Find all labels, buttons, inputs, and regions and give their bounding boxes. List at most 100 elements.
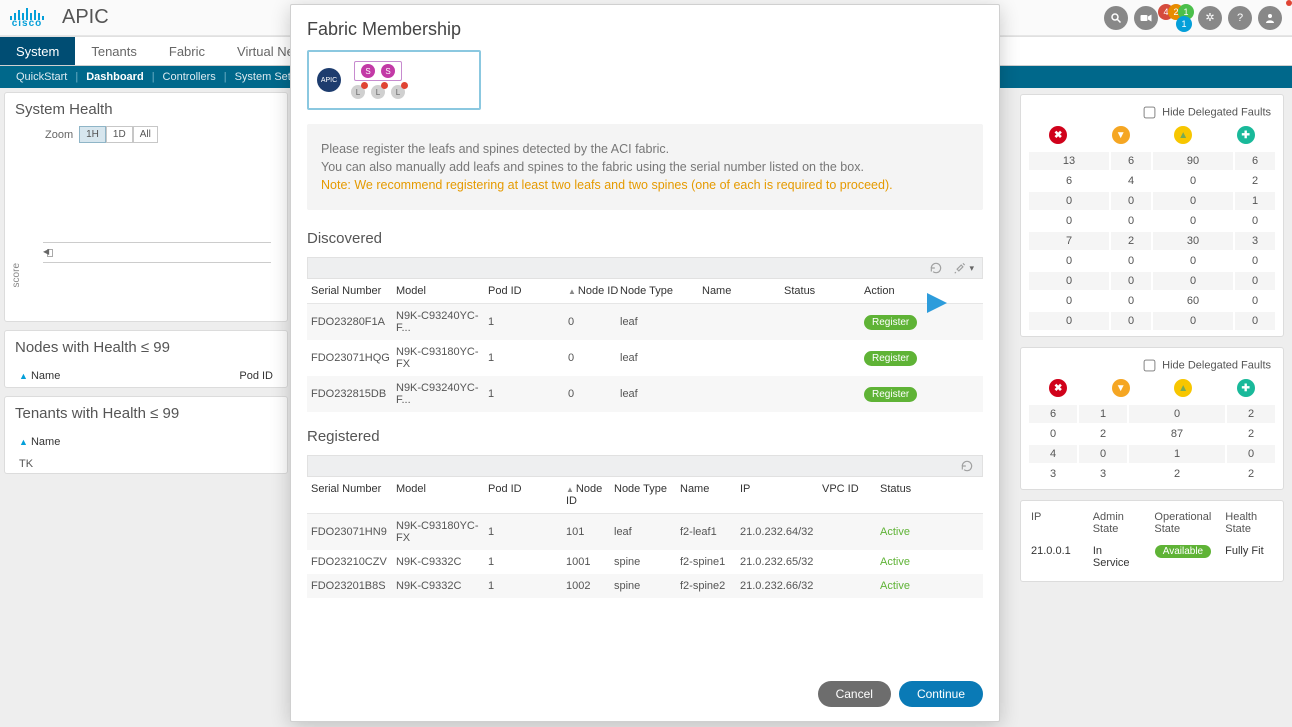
table-row[interactable]: FDO23071HN9N9K-C93180YC-FX1101leaff2-lea… [307, 514, 983, 550]
col-node[interactable]: ▲Node ID [566, 483, 614, 507]
left-panels: System Health Zoom 1H 1D All score Nodes… [0, 88, 292, 486]
col-name[interactable]: ▲ Name [17, 432, 275, 453]
table-row[interactable]: 0000 [1029, 272, 1275, 290]
info-icon: ✚ [1237, 126, 1255, 144]
table-row[interactable]: TK [17, 455, 275, 473]
table-row[interactable]: 6402 [1029, 172, 1275, 190]
tenants-health-title: Tenants with Health ≤ 99 [15, 405, 277, 422]
fault-badge-icon [381, 82, 388, 89]
col-model[interactable]: Model [396, 285, 488, 297]
leaf-group: L L L [351, 85, 405, 99]
alert-info-badge[interactable]: 1 [1176, 16, 1192, 32]
alert-cluster[interactable]: 4 2 1 1 [1164, 4, 1192, 32]
table-row[interactable]: 136906 [1029, 152, 1275, 170]
col-model[interactable]: Model [396, 483, 488, 507]
table-row[interactable]: 0000 [1029, 212, 1275, 230]
faults-table-1: 136906 6402 0001 0000 72303 0000 0000 00600 0000 [1027, 150, 1277, 332]
col-status[interactable]: Status [880, 483, 950, 507]
refresh-icon[interactable] [929, 261, 943, 275]
search-icon[interactable] [1104, 6, 1128, 30]
zoom-1h[interactable]: 1H [79, 126, 106, 143]
hide-delegated-checkbox-1[interactable] [1144, 107, 1156, 119]
discovered-header: Serial Number Model Pod ID ▲Node ID Node… [307, 279, 983, 304]
table-row[interactable]: 4010 [1029, 445, 1275, 463]
hide-delegated-checkbox-2[interactable] [1144, 360, 1156, 372]
vendor-logo: cisco [10, 8, 44, 28]
state-header-row: IP Admin State Operational State Health … [1027, 505, 1277, 541]
modal-title: Fabric Membership [291, 5, 999, 46]
nodes-health-title: Nodes with Health ≤ 99 [15, 339, 277, 356]
register-button[interactable]: Register [864, 315, 917, 330]
zoom-all[interactable]: All [133, 126, 158, 143]
table-row[interactable]: 00600 [1029, 292, 1275, 310]
hdr-ip: IP [1031, 511, 1079, 535]
callout-arrow-icon [927, 293, 947, 313]
right-panels: Hide Delegated Faults ✖ ▼ ▲ ✚ 1369066402… [1012, 88, 1292, 598]
col-serial[interactable]: Serial Number [311, 285, 396, 297]
register-button[interactable]: Register [864, 351, 917, 366]
zoom-1d[interactable]: 1D [106, 126, 133, 143]
table-row[interactable]: 0000 [1029, 252, 1275, 270]
register-button[interactable]: Register [864, 387, 917, 402]
registered-header: Serial Number Model Pod ID ▲Node ID Node… [307, 477, 983, 514]
col-pod[interactable]: Pod ID [488, 285, 568, 297]
nav-tab-tenants[interactable]: Tenants [75, 37, 153, 65]
col-serial[interactable]: Serial Number [311, 483, 396, 507]
topology-preview[interactable]: APIC S S L L L [307, 50, 481, 110]
nodes-health-table: ▲ Name Pod ID [15, 364, 277, 389]
registered-title: Registered [291, 424, 999, 449]
sort-asc-icon: ▲ [566, 485, 574, 494]
sort-asc-icon: ▲ [568, 287, 576, 296]
nav-tab-fabric[interactable]: Fabric [153, 37, 221, 65]
discovered-grid: ▾ Serial Number Model Pod ID ▲Node ID No… [307, 257, 983, 412]
state-data-row[interactable]: 21.0.0.1 In Service Available Fully Fit [1027, 541, 1277, 577]
table-row[interactable]: 02872 [1029, 425, 1275, 443]
subnav-controllers[interactable]: Controllers [155, 71, 224, 83]
table-row[interactable]: FDO23201B8SN9K-C9332C11002spinef2-spine2… [307, 574, 983, 598]
table-row[interactable]: 3322 [1029, 465, 1275, 483]
timeline-selector-icon[interactable] [47, 249, 53, 257]
table-row[interactable]: FDO23071HQGN9K-C93180YC-FX10leafRegister [307, 340, 983, 376]
info-icon: ✚ [1237, 379, 1255, 397]
zoom-buttons: 1H 1D All [79, 126, 158, 143]
col-name[interactable]: Name [702, 285, 784, 297]
user-icon[interactable] [1258, 6, 1282, 30]
table-row[interactable]: FDO23280F1AN9K-C93240YC-F...10leafRegist… [307, 304, 983, 340]
col-node[interactable]: ▲Node ID [568, 285, 620, 297]
subnav-quickstart[interactable]: QuickStart [8, 71, 75, 83]
refresh-icon[interactable] [960, 459, 974, 473]
hide-delegated-2: Hide Delegated Faults [1027, 352, 1277, 377]
table-row[interactable]: 72303 [1029, 232, 1275, 250]
table-row[interactable]: FDO232815DBN9K-C93240YC-F...10leafRegist… [307, 376, 983, 412]
table-row[interactable]: 0001 [1029, 192, 1275, 210]
zoom-label: Zoom [45, 129, 73, 141]
continue-button[interactable]: Continue [899, 681, 983, 707]
col-action[interactable]: Action [864, 285, 934, 297]
table-row[interactable]: 6102 [1029, 405, 1275, 423]
col-ip[interactable]: IP [740, 483, 822, 507]
cancel-button[interactable]: Cancel [818, 681, 891, 707]
col-name[interactable]: Name [680, 483, 740, 507]
gear-icon[interactable]: ✲ [1198, 6, 1222, 30]
col-type[interactable]: Node Type [620, 285, 702, 297]
col-pod[interactable]: Pod ID [488, 483, 566, 507]
help-icon[interactable]: ? [1228, 6, 1252, 30]
dropdown-caret-icon[interactable]: ▾ [969, 263, 974, 274]
tools-icon[interactable] [953, 261, 967, 275]
video-icon[interactable] [1134, 6, 1158, 30]
health-chart[interactable] [43, 153, 271, 243]
col-status[interactable]: Status [784, 285, 864, 297]
table-row[interactable]: 0000 [1029, 312, 1275, 330]
col-type[interactable]: Node Type [614, 483, 680, 507]
system-health-title: System Health [15, 101, 277, 118]
table-row[interactable]: FDO23210CZVN9K-C9332C11001spinef2-spine1… [307, 550, 983, 574]
col-pod[interactable]: Pod ID [159, 366, 275, 387]
fabric-membership-modal: Fabric Membership APIC S S L L L Please … [290, 4, 1000, 722]
col-vpc[interactable]: VPC ID [822, 483, 880, 507]
leaf-node-icon: L [391, 85, 405, 99]
subnav-dashboard[interactable]: Dashboard [78, 71, 151, 83]
chart-mini-timeline[interactable] [43, 249, 271, 263]
col-name[interactable]: ▲ Name [17, 366, 157, 387]
nav-tab-system[interactable]: System [0, 37, 75, 65]
leaf-node-icon: L [371, 85, 385, 99]
